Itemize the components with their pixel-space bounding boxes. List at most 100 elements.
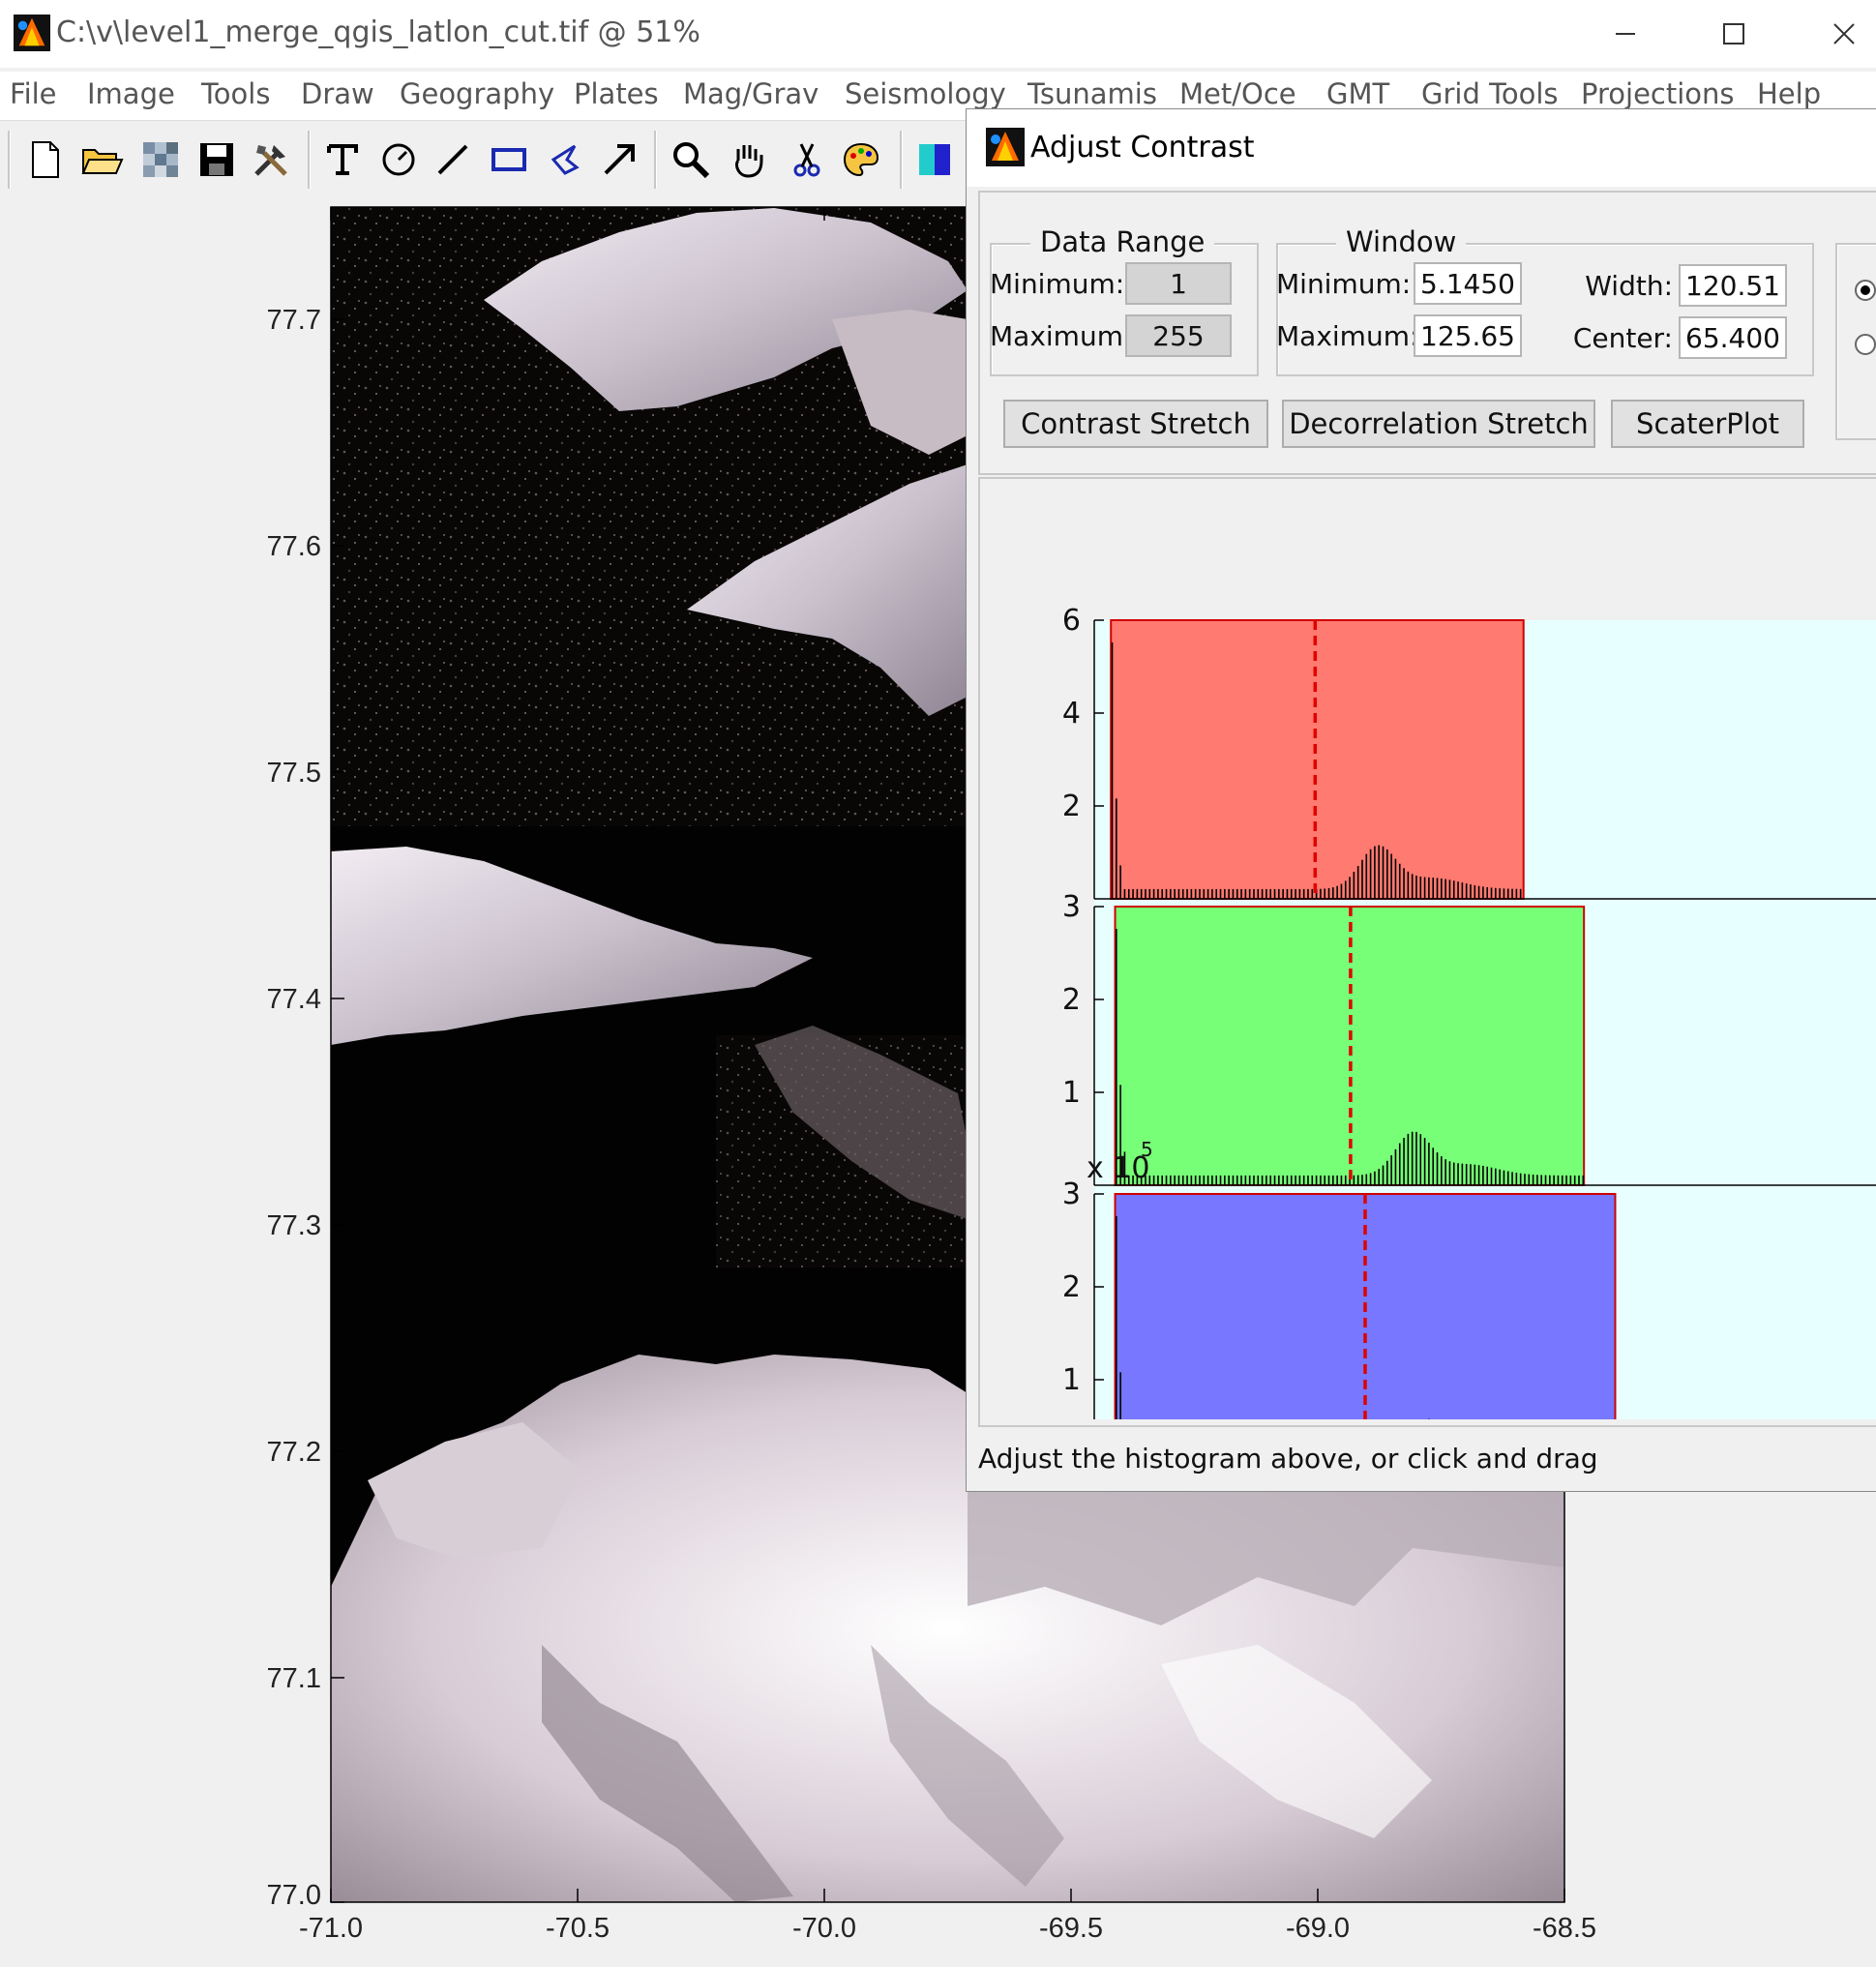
maximize-button[interactable] bbox=[1695, 10, 1772, 58]
window-max-input[interactable]: 125.65 bbox=[1414, 314, 1522, 357]
toolbar-grip bbox=[8, 131, 11, 189]
dialog-app-icon bbox=[986, 128, 1025, 166]
y-tick-label: 3 bbox=[1062, 890, 1081, 924]
data-range-legend: Data Range bbox=[1030, 225, 1215, 258]
menu-seismology[interactable]: Seismology bbox=[845, 77, 1006, 110]
map-y-tick-label: 77.7 bbox=[267, 305, 321, 336]
status-message: Adjust the histogram above, or click and… bbox=[978, 1443, 1598, 1475]
data-range-min-label: Minimum: bbox=[990, 268, 1125, 300]
menu-tools[interactable]: Tools bbox=[201, 77, 270, 110]
tools-button[interactable] bbox=[248, 136, 294, 183]
circle-icon bbox=[382, 143, 415, 176]
window-center-label: Center: bbox=[1572, 322, 1673, 354]
minimize-icon bbox=[1616, 33, 1635, 35]
window-min-label: Minimum: bbox=[1276, 268, 1412, 300]
window-center-input[interactable]: 65.400 bbox=[1679, 316, 1787, 359]
menu-draw[interactable]: Draw bbox=[301, 77, 374, 110]
toolbar-separator bbox=[654, 131, 657, 189]
map-y-tick-label: 77.2 bbox=[267, 1437, 321, 1468]
app-logo-icon bbox=[14, 15, 50, 51]
image-icon bbox=[143, 142, 178, 177]
menu-gmt[interactable]: GMT bbox=[1326, 77, 1389, 110]
image-button[interactable] bbox=[137, 136, 184, 183]
menu-grid-tools[interactable]: Grid Tools bbox=[1421, 77, 1559, 110]
menu-help[interactable]: Help bbox=[1757, 77, 1821, 110]
dialog-titlebar: Adjust Contrast bbox=[967, 109, 1876, 187]
window-max-label: Maximum: bbox=[1276, 320, 1419, 352]
line-icon bbox=[437, 144, 468, 175]
save-button[interactable] bbox=[194, 136, 240, 183]
map-x-tick-label: -70.0 bbox=[792, 1913, 856, 1944]
toolbar-separator bbox=[308, 131, 311, 189]
arrow-button[interactable] bbox=[596, 136, 642, 183]
menu-tsunamis[interactable]: Tsunamis bbox=[1027, 77, 1157, 110]
open-button[interactable] bbox=[79, 136, 126, 183]
map-y-tick-label: 77.0 bbox=[267, 1880, 321, 1911]
pan-button[interactable] bbox=[726, 136, 772, 183]
histogram-chart[interactable]: 6423213210x 1050501001502 bbox=[978, 481, 1876, 1419]
data-range-min-field: 1 bbox=[1125, 262, 1232, 305]
window-min-input[interactable]: 5.1450 bbox=[1414, 262, 1522, 305]
radio-option-2[interactable] bbox=[1855, 334, 1876, 355]
pan-hand-icon bbox=[734, 145, 763, 178]
text-button[interactable] bbox=[319, 136, 366, 183]
y-tick-label: 2 bbox=[1062, 790, 1081, 823]
map-x-tick-label: -70.5 bbox=[546, 1913, 610, 1944]
zoom-button[interactable] bbox=[668, 136, 714, 183]
adjust-contrast-dialog: Adjust Contrast Data Range Minimum: 1 Ma… bbox=[966, 108, 1876, 1492]
toolbar-overflow-button[interactable] bbox=[911, 136, 958, 183]
window-rect-red[interactable] bbox=[1110, 619, 1525, 900]
toolbar bbox=[0, 120, 968, 198]
colormap-icon bbox=[919, 144, 950, 175]
window-width-label: Width: bbox=[1585, 270, 1673, 302]
rectangle-button[interactable] bbox=[486, 136, 532, 183]
menu-file[interactable]: File bbox=[10, 77, 57, 110]
contrast-stretch-button[interactable]: Contrast Stretch bbox=[1003, 400, 1268, 448]
circle-button[interactable] bbox=[375, 136, 422, 183]
map-y-tick-label: 77.1 bbox=[267, 1663, 321, 1694]
window-legend: Window bbox=[1336, 225, 1467, 258]
maximize-icon bbox=[1723, 23, 1744, 45]
minimize-button[interactable] bbox=[1587, 10, 1664, 58]
cut-button[interactable] bbox=[784, 136, 830, 183]
dialog-title: Adjust Contrast bbox=[1030, 131, 1255, 164]
menu-met-oce[interactable]: Met/Oce bbox=[1179, 77, 1296, 110]
radio-selected-dot bbox=[1861, 285, 1870, 295]
y-tick-label: 2 bbox=[1062, 983, 1081, 1017]
text-icon bbox=[327, 144, 358, 175]
y-tick-label: 2 bbox=[1062, 1270, 1081, 1304]
polygon-button[interactable] bbox=[542, 136, 588, 183]
close-button[interactable] bbox=[1805, 10, 1876, 58]
close-icon bbox=[1833, 23, 1855, 45]
open-folder-icon bbox=[81, 149, 124, 174]
y-tick-label: 1 bbox=[1062, 1076, 1081, 1110]
exponent-power: 5 bbox=[1141, 1138, 1153, 1161]
rectangle-icon bbox=[491, 148, 526, 171]
map-x-tick-label: -69.0 bbox=[1286, 1913, 1350, 1944]
window-width-input[interactable]: 120.51 bbox=[1679, 264, 1787, 307]
palette-button[interactable] bbox=[838, 136, 884, 183]
new-file-button[interactable] bbox=[21, 136, 68, 183]
map-y-tick-label: 77.3 bbox=[267, 1210, 321, 1241]
data-range-max-field: 255 bbox=[1125, 314, 1232, 357]
map-y-tick-label: 77.4 bbox=[267, 984, 321, 1015]
polygon-icon bbox=[551, 144, 580, 175]
y-tick-label: 6 bbox=[1062, 604, 1081, 638]
menu-plates[interactable]: Plates bbox=[574, 77, 659, 110]
window-titlebar: C:\v\level1_merge_qgis_latlon_cut.tif @ … bbox=[0, 0, 1876, 68]
y-tick-label: 1 bbox=[1062, 1363, 1081, 1397]
tools-icon bbox=[254, 145, 287, 176]
y-tick-label: 3 bbox=[1062, 1177, 1081, 1211]
scatterplot-button[interactable]: ScaterPlot bbox=[1611, 400, 1804, 448]
map-x-tick-label: -69.5 bbox=[1039, 1913, 1103, 1944]
menu-image[interactable]: Image bbox=[87, 77, 175, 110]
line-button[interactable] bbox=[430, 136, 476, 183]
data-range-max-label: Maximum: bbox=[990, 320, 1133, 352]
decorrelation-stretch-button[interactable]: Decorrelation Stretch bbox=[1282, 400, 1595, 448]
menu-geography[interactable]: Geography bbox=[400, 77, 554, 110]
radio-option-1[interactable] bbox=[1855, 280, 1876, 301]
menu-mag-grav[interactable]: Mag/Grav bbox=[683, 77, 819, 110]
menu-projections[interactable]: Projections bbox=[1581, 77, 1735, 110]
toolbar-separator bbox=[900, 131, 903, 189]
scissors-icon bbox=[793, 143, 820, 177]
